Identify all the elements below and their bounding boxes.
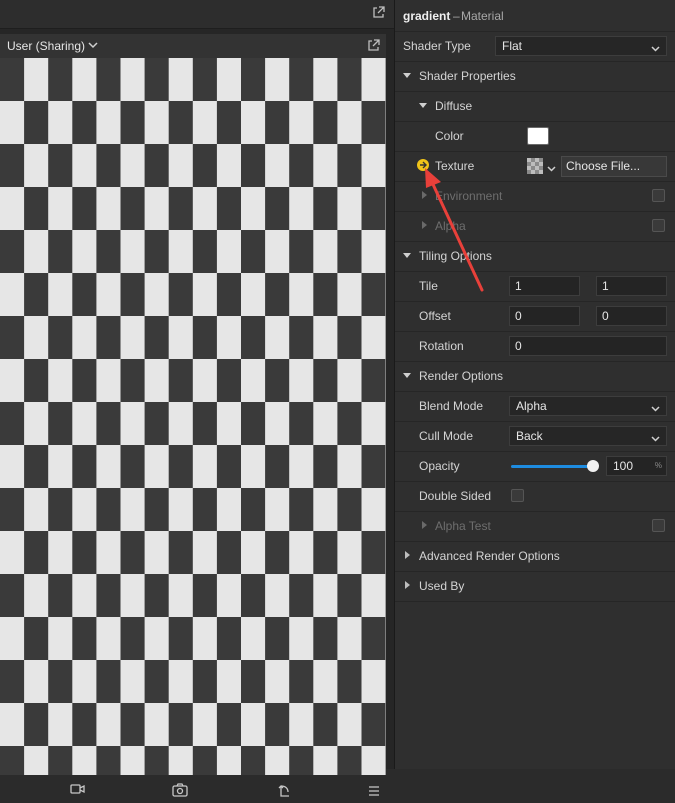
section-render-options[interactable]: Render Options — [395, 361, 675, 392]
rotation-input[interactable]: 0 — [509, 336, 667, 356]
shader-type-label: Shader Type — [403, 39, 471, 53]
title-separator: – — [453, 9, 460, 23]
rotate-icon[interactable] — [278, 783, 292, 800]
external-link-icon[interactable] — [367, 39, 380, 55]
asset-type: Material — [461, 9, 504, 23]
viewport-area: User (Sharing) — [0, 0, 395, 769]
opacity-unit: % — [655, 461, 662, 470]
shader-type-value: Flat — [502, 39, 522, 53]
texture-label: Texture — [435, 159, 474, 173]
offset-x-input[interactable]: 0 — [509, 306, 580, 326]
double-sided-row: Double Sided — [395, 481, 675, 512]
opacity-input[interactable]: 100 % — [606, 456, 667, 476]
expand-right-icon — [422, 191, 427, 199]
cull-mode-label: Cull Mode — [419, 429, 473, 443]
section-alpha[interactable]: Alpha — [395, 211, 675, 242]
menu-icon[interactable] — [368, 785, 380, 799]
expand-down-icon — [403, 373, 411, 378]
expand-right-icon — [405, 551, 410, 559]
inspector-title: gradient – Material — [395, 0, 675, 32]
video-icon[interactable] — [70, 783, 86, 798]
section-label: Used By — [419, 579, 464, 593]
expand-right-icon — [422, 521, 427, 529]
shader-type-row: Shader Type Flat — [395, 31, 675, 62]
section-label: Shader Properties — [419, 69, 516, 83]
rotation-row: Rotation 0 — [395, 331, 675, 362]
section-label: Alpha — [435, 219, 466, 233]
chevron-down-icon — [651, 402, 660, 416]
inspector-panel: gradient – Material Shader Type Flat Sha… — [395, 0, 675, 769]
double-sided-checkbox[interactable] — [511, 489, 524, 502]
top-bar — [0, 0, 395, 29]
chevron-down-icon[interactable] — [88, 39, 98, 53]
alpha-test-checkbox[interactable] — [652, 519, 665, 532]
section-label: Tiling Options — [419, 249, 492, 263]
tile-label: Tile — [419, 279, 438, 293]
section-label: Alpha Test — [435, 519, 491, 533]
color-row: Color — [395, 121, 675, 152]
section-diffuse[interactable]: Diffuse — [395, 91, 675, 122]
asset-name: gradient — [403, 9, 450, 23]
tile-y-input[interactable]: 1 — [596, 276, 667, 296]
section-environment[interactable]: Environment — [395, 181, 675, 212]
scene-viewport[interactable]: User (Sharing) — [0, 34, 386, 769]
section-tiling-options[interactable]: Tiling Options — [395, 241, 675, 272]
cull-mode-select[interactable]: Back — [509, 426, 667, 446]
opacity-slider-track[interactable] — [511, 465, 593, 468]
expand-down-icon — [403, 73, 411, 78]
blend-mode-label: Blend Mode — [419, 399, 483, 413]
color-label: Color — [435, 129, 464, 143]
texture-row: Texture Choose File... — [395, 151, 675, 182]
screenshot-icon[interactable] — [172, 783, 188, 800]
expand-down-icon — [403, 253, 411, 258]
expand-down-icon — [419, 103, 427, 108]
section-used-by[interactable]: Used By — [395, 571, 675, 602]
opacity-row: Opacity 100 % — [395, 451, 675, 482]
section-shader-properties[interactable]: Shader Properties — [395, 61, 675, 92]
alpha-checkbox[interactable] — [652, 219, 665, 232]
viewport-toolbar — [0, 775, 386, 803]
opacity-value: 100 — [613, 459, 633, 473]
section-advanced-render-options[interactable]: Advanced Render Options — [395, 541, 675, 572]
double-sided-label: Double Sided — [419, 489, 491, 503]
cull-mode-value: Back — [516, 429, 543, 443]
texture-thumbnail[interactable] — [527, 158, 543, 174]
chevron-down-icon — [651, 42, 660, 56]
section-label: Advanced Render Options — [419, 549, 560, 563]
color-swatch[interactable] — [527, 127, 549, 145]
chevron-down-icon — [651, 432, 660, 446]
expand-right-icon — [405, 581, 410, 589]
choose-file-button[interactable]: Choose File... — [561, 156, 667, 177]
section-alpha-test[interactable]: Alpha Test — [395, 511, 675, 542]
chevron-down-icon[interactable] — [547, 162, 556, 176]
offset-row: Offset 0 0 — [395, 301, 675, 332]
opacity-slider-thumb[interactable] — [587, 460, 599, 472]
viewport-header: User (Sharing) — [0, 34, 386, 58]
blend-mode-select[interactable]: Alpha — [509, 396, 667, 416]
tile-row: Tile 1 1 — [395, 271, 675, 302]
tile-x-input[interactable]: 1 — [509, 276, 580, 296]
checkerboard-texture-preview — [0, 58, 386, 775]
opacity-label: Opacity — [419, 459, 460, 473]
offset-y-input[interactable]: 0 — [596, 306, 667, 326]
blend-mode-row: Blend Mode Alpha — [395, 391, 675, 422]
section-label: Diffuse — [435, 99, 472, 113]
external-link-icon[interactable] — [372, 6, 385, 22]
offset-label: Offset — [419, 309, 451, 323]
environment-checkbox[interactable] — [652, 189, 665, 202]
section-label: Render Options — [419, 369, 503, 383]
shader-type-select[interactable]: Flat — [495, 36, 667, 56]
rotation-label: Rotation — [419, 339, 464, 353]
section-label: Environment — [435, 189, 502, 203]
link-hint-icon[interactable] — [417, 159, 429, 171]
expand-right-icon — [422, 221, 427, 229]
blend-mode-value: Alpha — [516, 399, 547, 413]
viewport-camera-label[interactable]: User (Sharing) — [7, 39, 85, 53]
cull-mode-row: Cull Mode Back — [395, 421, 675, 452]
